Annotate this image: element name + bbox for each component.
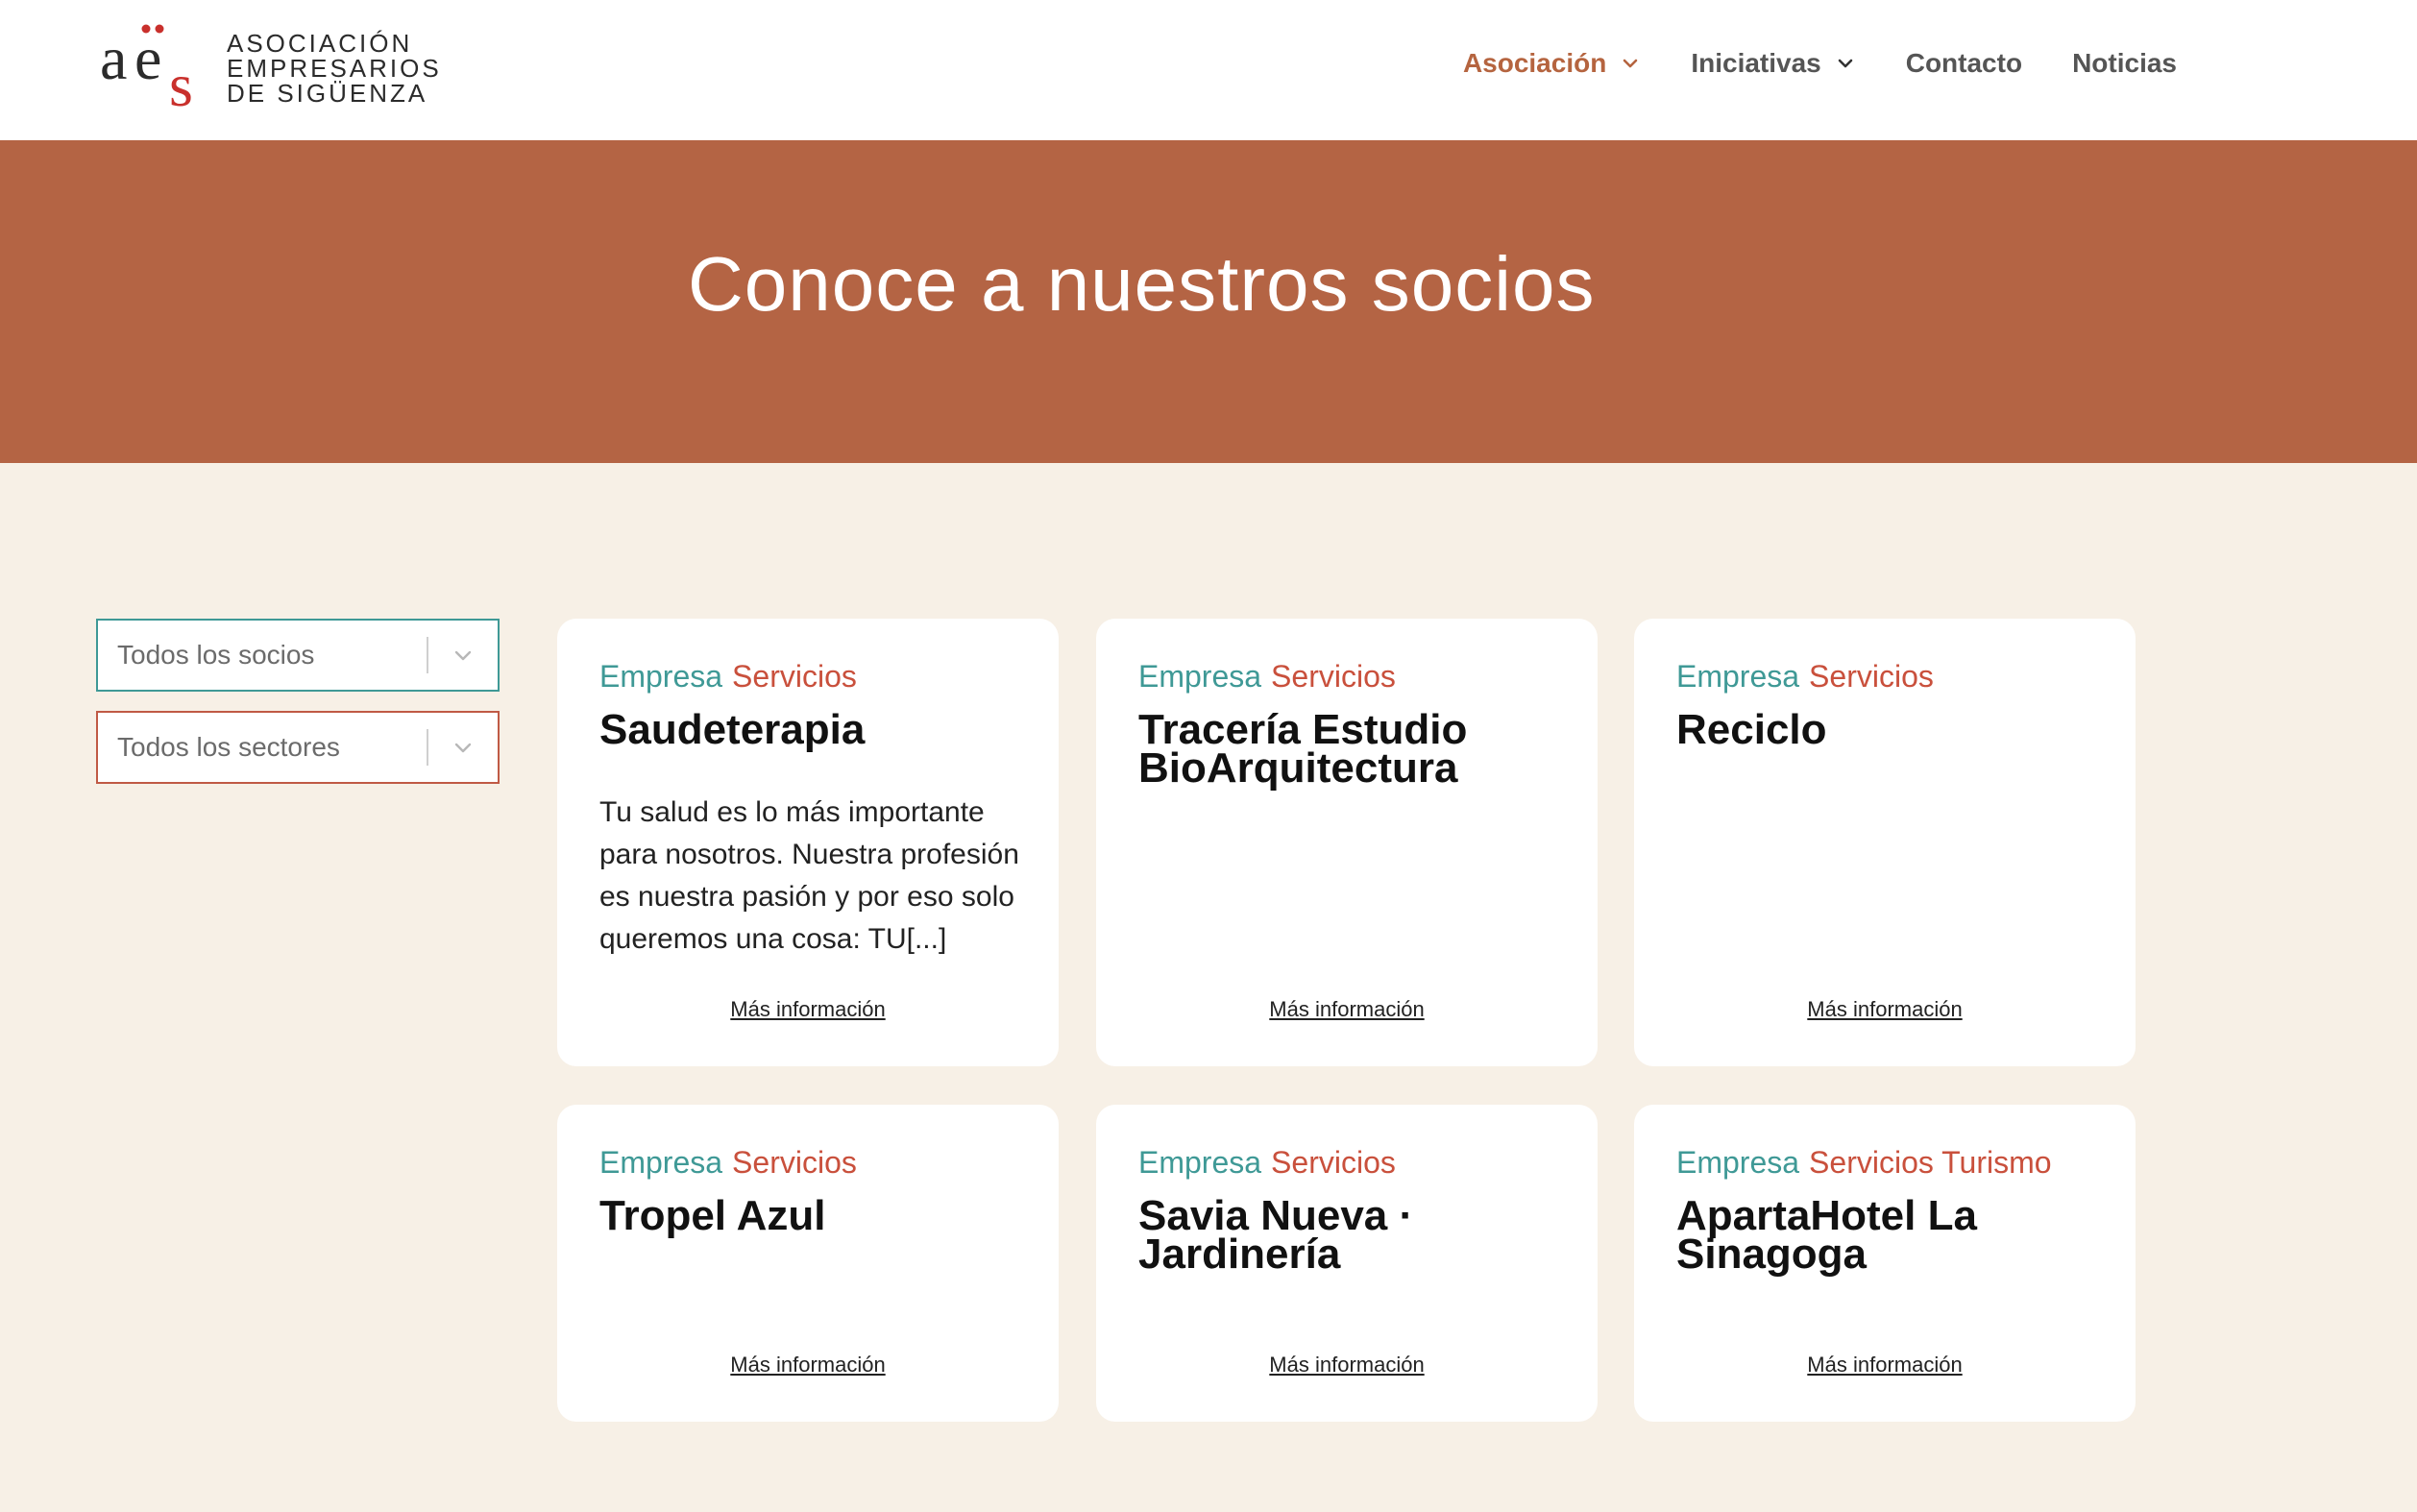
member-card: Empresa Servicios Tracería Estudio BioArq… <box>1096 619 1598 1066</box>
more-info-link[interactable]: Más información <box>557 997 1059 1022</box>
chevron-down-icon <box>1838 59 1853 68</box>
member-card: Empresa Servicios Tropel Azul Más informa… <box>557 1105 1059 1422</box>
sectores-filter-select[interactable]: Todos los sectores <box>96 711 500 784</box>
tag-empresa[interactable]: Empresa <box>1676 1145 1799 1180</box>
more-info-link[interactable]: Más información <box>557 1353 1059 1378</box>
tag-sector[interactable]: Servicios <box>1809 659 1934 694</box>
card-title[interactable]: Saudeterapia <box>599 709 1022 751</box>
svg-text:e: e <box>134 24 161 92</box>
tag-empresa[interactable]: Empresa <box>599 1145 722 1180</box>
logo-line-1: ASOCIACIÓN <box>227 29 413 58</box>
card-tags: Empresa Servicios <box>1138 659 1396 695</box>
card-description: Tu salud es lo más importante para nosot… <box>599 796 1019 955</box>
tag-sector[interactable]: Servicios <box>732 659 857 694</box>
tag-sector[interactable]: Servicios <box>732 1145 857 1180</box>
member-card: Empresa Servicios Saudeterapia Tu salud e… <box>557 619 1059 1066</box>
card-tags: Empresa Servicios <box>1138 1145 1396 1181</box>
site-logo[interactable]: a e s ASOCIACIÓN EMPRESARIOS DE SIGÜENZA <box>100 21 439 110</box>
socios-filter-value: Todos los socios <box>117 640 315 670</box>
card-tags: Empresa Servicios Turismo <box>1676 1145 2052 1181</box>
socios-filter-select[interactable]: Todos los socios <box>96 619 500 692</box>
aes-logo-mark-icon: a e s <box>100 24 193 110</box>
tag-empresa[interactable]: Empresa <box>599 659 722 694</box>
card-tags: Empresa Servicios <box>599 1145 857 1181</box>
tag-sector[interactable]: Servicios Turismo <box>1809 1145 2052 1180</box>
card-title[interactable]: Tropel Azul <box>599 1195 1022 1237</box>
site-header: a e s ASOCIACIÓN EMPRESARIOS DE SIGÜENZA… <box>0 0 2417 140</box>
logo-line-3: DE SIGÜENZA <box>227 79 428 108</box>
card-tags: Empresa Servicios <box>1676 659 1934 695</box>
logo-line-2: EMPRESARIOS <box>227 54 442 83</box>
chevron-down-icon <box>1624 59 1638 68</box>
more-info-link[interactable]: Más información <box>1634 1353 2136 1378</box>
tag-sector[interactable]: Servicios <box>1271 1145 1396 1180</box>
tag-empresa[interactable]: Empresa <box>1138 1145 1261 1180</box>
nav-asociacion-label: Asociación <box>1462 48 1607 78</box>
tag-empresa[interactable]: Empresa <box>1138 659 1261 694</box>
hero-banner: Conoce a nuestros socios <box>0 140 2417 463</box>
nav-iniciativas-label: Iniciativas <box>1691 48 1821 78</box>
page-title: Conoce a nuestros socios <box>688 241 1596 327</box>
card-tags: Empresa Servicios <box>599 659 857 695</box>
card-title[interactable]: Tracería Estudio BioArquitectura <box>1138 709 1561 790</box>
nav-noticias[interactable]: Noticias <box>2072 48 2177 79</box>
nav-asociacion[interactable]: Asociación <box>1463 48 1641 79</box>
logo-text: ASOCIACIÓN EMPRESARIOS DE SIGÜENZA <box>227 31 442 106</box>
more-info-link[interactable]: Más información <box>1096 997 1598 1022</box>
card-title[interactable]: ApartaHotel La Sinagoga <box>1676 1195 2099 1276</box>
card-title[interactable]: Savia Nueva · Jardinería <box>1138 1195 1561 1276</box>
tag-sector[interactable]: Servicios <box>1271 659 1396 694</box>
more-info-link[interactable]: Más información <box>1634 997 2136 1022</box>
more-info-link[interactable]: Más información <box>1096 1353 1598 1378</box>
chevron-down-icon <box>428 643 498 668</box>
main-nav: Asociación Iniciativas Contacto Noticias <box>1413 44 2177 83</box>
svg-text:a: a <box>100 24 127 92</box>
tag-empresa[interactable]: Empresa <box>1676 659 1799 694</box>
svg-text:s: s <box>169 51 193 110</box>
member-card: Empresa Servicios Reciclo Más información <box>1634 619 2136 1066</box>
member-card: Empresa Servicios Turismo ApartaHotel La … <box>1634 1105 2136 1422</box>
chevron-down-icon <box>428 735 498 760</box>
nav-contacto-label: Contacto <box>1905 48 2023 78</box>
nav-iniciativas[interactable]: Iniciativas <box>1691 48 1855 79</box>
nav-noticias-label: Noticias <box>2072 48 2177 78</box>
sectores-filter-value: Todos los sectores <box>117 732 340 762</box>
card-title[interactable]: Reciclo <box>1676 709 2099 751</box>
nav-contacto[interactable]: Contacto <box>1906 48 2022 79</box>
member-card: Empresa Servicios Savia Nueva · Jardinerí… <box>1096 1105 1598 1422</box>
